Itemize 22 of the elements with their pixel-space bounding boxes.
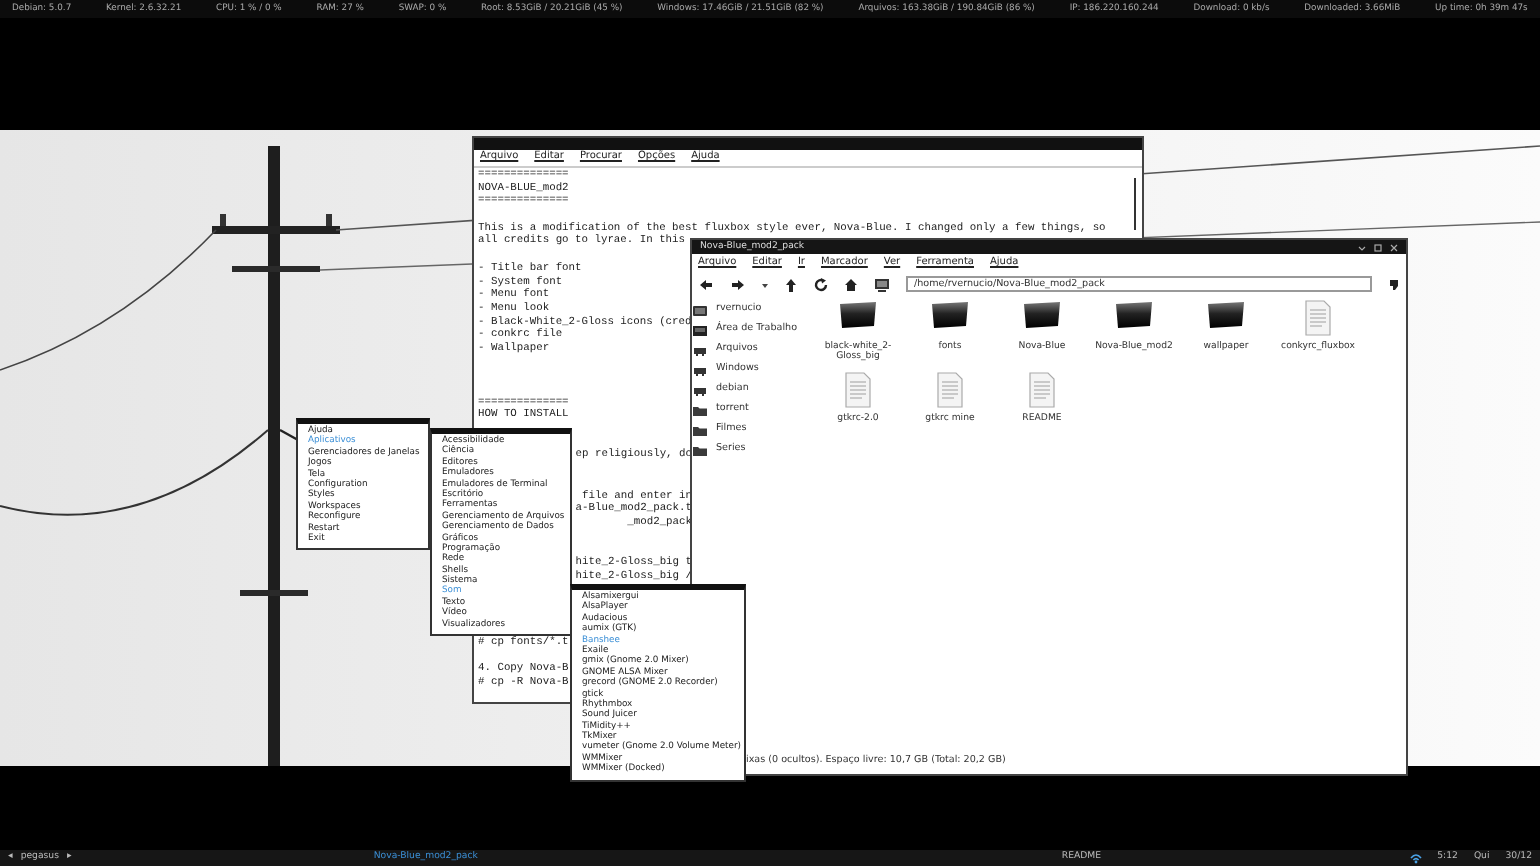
computer-icon[interactable] [874, 277, 890, 291]
folder-icon[interactable] [930, 300, 970, 330]
forward-icon[interactable] [730, 277, 746, 291]
folder-icon[interactable] [1114, 300, 1154, 330]
maximize-icon[interactable] [1374, 243, 1382, 251]
wifi-icon[interactable] [1409, 852, 1422, 864]
folder-icon[interactable] [1206, 300, 1246, 330]
home-icon[interactable] [844, 277, 858, 291]
folder-icon[interactable] [838, 300, 878, 330]
scrollbar[interactable] [1134, 178, 1136, 230]
minimize-icon[interactable] [1358, 243, 1366, 251]
caret-icon[interactable] [762, 281, 768, 287]
monitor-icon [692, 323, 708, 337]
close-icon[interactable] [1390, 243, 1398, 251]
drive-icon [692, 383, 708, 397]
drive-icon [692, 343, 708, 357]
back-icon[interactable] [698, 277, 714, 291]
computer-icon [692, 303, 708, 317]
reload-icon[interactable] [814, 277, 828, 291]
up-icon[interactable] [784, 277, 798, 291]
drive-icon [692, 363, 708, 377]
folder-icon[interactable] [1022, 300, 1062, 330]
